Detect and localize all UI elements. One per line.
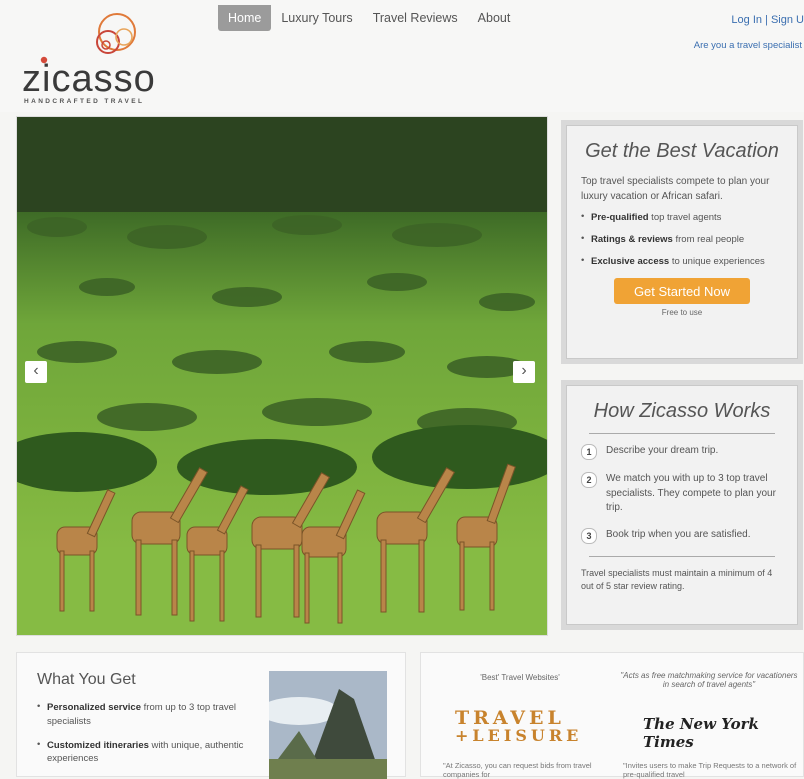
giraffe-safari-photo xyxy=(17,117,547,635)
hero-slideshow: ‹ › xyxy=(16,116,548,636)
new-york-times-logo[interactable]: The New York Times xyxy=(643,715,803,751)
how-zicasso-works-panel: How Zicasso Works 1 Describe your dream t… xyxy=(561,380,803,630)
step-number: 1 xyxy=(581,444,597,460)
press-quote-left: 'Best' Travel Websites' xyxy=(480,673,560,682)
step-number: 2 xyxy=(581,472,597,488)
benefit-item: Pre-qualified top travel agents xyxy=(581,211,797,223)
nav-luxury-tours[interactable]: Luxury Tours xyxy=(271,5,362,31)
slideshow-next-button[interactable]: › xyxy=(513,361,535,383)
how-panel-title: How Zicasso Works xyxy=(593,400,771,422)
logo-wordmark: zicasso xyxy=(22,58,156,100)
get-best-vacation-panel: Get the Best Vacation Top travel special… xyxy=(561,120,803,364)
vacation-intro: Top travel specialists compete to plan y… xyxy=(581,176,770,202)
nav-travel-reviews[interactable]: Travel Reviews xyxy=(363,5,468,31)
feature-item: Customized itineraries with unique, auth… xyxy=(37,738,267,767)
vacation-panel-title: Get the Best Vacation xyxy=(585,140,779,162)
travel-specialist-link[interactable]: Are you a travel specialist xyxy=(694,40,802,51)
get-started-button[interactable]: Get Started Now xyxy=(614,278,750,304)
zicasso-logo[interactable]: zicasso HANDCRAFTED TRAVEL xyxy=(22,10,172,106)
what-you-get-section: What You Get Personalized service from u… xyxy=(16,652,406,779)
slideshow-prev-button[interactable]: ‹ xyxy=(25,361,47,383)
nav-home[interactable]: Home xyxy=(218,5,272,31)
rating-requirement-note: Travel specialists must maintain a minim… xyxy=(581,567,773,591)
travel-leisure-logo[interactable]: TRAVEL +LEISURE xyxy=(455,709,582,744)
machu-picchu-photo xyxy=(269,671,387,779)
step-item: 1 Describe your dream trip. xyxy=(581,444,783,460)
press-quote-right: "Acts as free matchmaking service for va… xyxy=(620,671,798,689)
chevron-right-icon: › xyxy=(521,362,527,379)
press-section: 'Best' Travel Websites' "Acts as free ma… xyxy=(420,652,804,779)
benefit-item: Ratings & reviews from real people xyxy=(581,233,797,245)
nav-about[interactable]: About xyxy=(468,5,521,31)
press-excerpt-left: "At Zicasso, you can request bids from t… xyxy=(443,761,592,779)
site-header: zicasso HANDCRAFTED TRAVEL Home Luxury T… xyxy=(0,0,804,112)
chevron-left-icon: ‹ xyxy=(33,362,39,379)
main-nav: Home Luxury Tours Travel Reviews About xyxy=(218,5,520,31)
step-number: 3 xyxy=(581,527,597,544)
feature-item: Personalized service from up to 3 top tr… xyxy=(37,700,267,729)
what-you-get-title: What You Get xyxy=(37,671,136,688)
free-to-use-note: Free to use xyxy=(661,308,703,317)
press-excerpt-right: "Invites users to make Trip Requests to … xyxy=(623,761,797,779)
step-item: 3 Book trip when you are satisfied. xyxy=(581,527,783,544)
benefit-item: Exclusive access to unique experiences xyxy=(581,255,797,267)
logo-tagline: HANDCRAFTED TRAVEL xyxy=(24,98,145,105)
step-item: 2 We match you with up to 3 top travel sp… xyxy=(581,472,783,516)
divider xyxy=(589,433,775,434)
divider xyxy=(589,555,775,557)
login-signup-link[interactable]: Log In | Sign U xyxy=(731,14,804,26)
